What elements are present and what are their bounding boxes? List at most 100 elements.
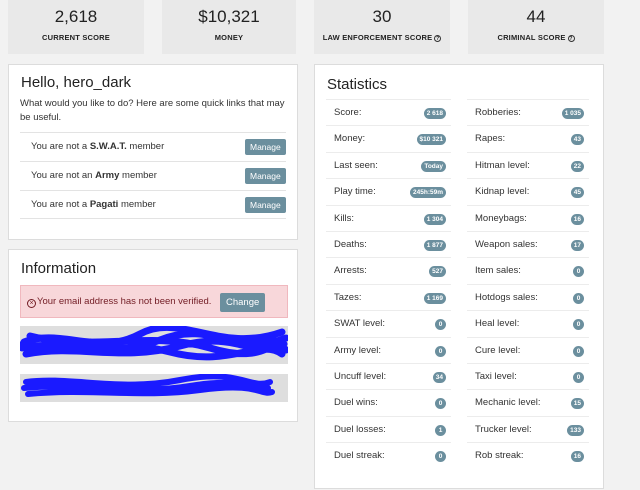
stat-row: Moneybags: 16 (467, 204, 589, 231)
stat-badge: 245h:59m (410, 187, 446, 199)
stat-row: Robberies: 1 035 (467, 99, 589, 125)
stat-key: Hotdogs sales: (475, 291, 538, 303)
panel-title: Statistics (327, 76, 388, 93)
stat-label: MONEY (214, 33, 244, 42)
stat-row: Duel streak: 0 (326, 442, 451, 468)
stat-badge: 22 (570, 160, 584, 172)
stat-badge: 133 (567, 424, 584, 436)
stat-badge: 17 (570, 240, 584, 251)
stat-key: Kills: (334, 212, 355, 224)
stat-label-wrap: CRIMINAL SCORE? (468, 33, 604, 42)
stat-badge: 16 (570, 451, 584, 463)
membership-text: You are not a Pagati member (31, 199, 156, 210)
stat-key: Item sales: (475, 265, 521, 277)
manage-swat-button[interactable]: Manage (245, 139, 286, 155)
stat-badge: 1 169 (423, 292, 446, 304)
manage-pagati-button[interactable]: Manage (245, 197, 286, 213)
stat-key: Taxi level: (475, 371, 517, 382)
stat-key: Hitman level: (475, 159, 530, 171)
stat-key: Moneybags: (475, 212, 527, 224)
stat-badge: 45 (570, 187, 584, 199)
stat-key: Money: (334, 133, 366, 145)
group-name: S.W.A.T. (89, 141, 127, 152)
stat-badge: 0 (573, 345, 584, 357)
stat-row: Play time: 245h:59m (326, 178, 451, 204)
stat-key: Army level: (334, 344, 381, 356)
stat-row: Trucker level: 133 (467, 415, 589, 442)
stat-key: Heal level: (475, 318, 520, 330)
stat-card-law-enforcement-score: 30 LAW ENFORCEMENT SCORE? (314, 0, 450, 54)
membership-row-army: You are not an Army member Manage (20, 161, 286, 190)
stat-row: Heal level: 0 (467, 310, 589, 336)
stat-badge: 34 (432, 372, 446, 383)
stat-row: Taxi level: 0 (467, 363, 589, 389)
stat-key: Weapon sales: (475, 239, 538, 250)
redacted-field (20, 374, 288, 402)
stat-row: Duel losses: 1 (326, 415, 451, 442)
stat-row: Tazes: 1 169 (326, 283, 451, 310)
stat-row: Army level: 0 (326, 336, 451, 363)
stat-key: Robberies: (475, 107, 521, 118)
stat-badge: 0 (435, 319, 446, 331)
stat-value: 44 (526, 7, 546, 26)
stat-row: Rapes: 43 (467, 125, 589, 151)
scribble-redaction (20, 326, 288, 361)
stat-value: 2,618 (54, 7, 98, 26)
stat-badge: 2 618 (423, 108, 446, 119)
manage-army-button[interactable]: Manage (245, 168, 286, 184)
stat-card-current-score: 2,618 CURRENT SCORE (8, 0, 144, 54)
stat-row: Deaths: 1 877 (326, 231, 451, 257)
stat-badge: 0 (435, 345, 446, 357)
information-panel: Information × Your email address has not … (8, 249, 298, 422)
stat-row: Cure level: 0 (467, 336, 589, 363)
stat-key: Kidnap level: (475, 186, 530, 198)
stat-badge: 0 (435, 451, 446, 463)
stat-badge: 527 (429, 266, 446, 278)
stat-key: Tazes: (334, 291, 362, 303)
email-verification-alert: × Your email address has not been verifie… (20, 285, 288, 318)
stat-label: LAW ENFORCEMENT SCORE (322, 33, 433, 42)
stat-label: CRIMINAL SCORE (497, 33, 566, 42)
stat-row: Uncuff level: 34 (326, 363, 451, 389)
stat-key: Trucker level: (475, 423, 532, 435)
stat-row: Kidnap level: 45 (467, 178, 589, 204)
stat-label-wrap: LAW ENFORCEMENT SCORE? (314, 33, 450, 42)
stat-row: Hotdogs sales: 0 (467, 283, 589, 310)
stat-key: Cure level: (475, 344, 521, 356)
panel-title: Hello, hero_dark (21, 74, 132, 91)
stat-badge: 15 (570, 398, 584, 410)
stat-card-money: $10,321 MONEY (162, 0, 296, 54)
stat-key: Duel losses: (334, 423, 386, 435)
stat-badge: 0 (573, 319, 584, 331)
question-circle-icon[interactable]: ? (434, 35, 442, 42)
stat-key: Rob streak: (475, 450, 524, 462)
stat-badge: 1 304 (423, 213, 446, 225)
stat-badge: 16 (570, 213, 584, 225)
stat-value: 30 (372, 7, 392, 26)
stat-row: Money: $10 321 (326, 125, 451, 151)
stat-value: $10,321 (198, 7, 260, 26)
stat-key: Score: (334, 107, 362, 118)
membership-text: You are not a S.W.A.T. member (31, 141, 165, 152)
stat-label: CURRENT SCORE (41, 33, 111, 42)
stat-badge: 0 (573, 292, 584, 304)
intro-text: What would you like to do? Here are some… (20, 98, 285, 123)
stat-row: Kills: 1 304 (326, 204, 451, 231)
stat-row: Item sales: 0 (467, 257, 589, 283)
stat-row: Hitman level: 22 (467, 151, 589, 178)
redacted-field (20, 326, 288, 364)
question-circle-icon[interactable]: ? (567, 35, 575, 42)
stat-badge: 0 (435, 398, 446, 410)
stat-badge: 0 (573, 372, 584, 383)
change-email-button[interactable]: Change (220, 293, 266, 312)
stat-row: Weapon sales: 17 (467, 231, 589, 257)
stat-key: Last seen: (334, 159, 378, 171)
stat-badge: $10 321 (416, 134, 446, 146)
stat-badge: 1 035 (561, 108, 584, 119)
stat-key: Mechanic level: (475, 397, 541, 409)
panel-title: Information (21, 260, 97, 277)
scribble-redaction (21, 374, 275, 397)
stat-key: Duel streak: (334, 450, 385, 462)
stat-badge: Today (421, 160, 446, 172)
stat-key: Deaths: (334, 239, 367, 250)
